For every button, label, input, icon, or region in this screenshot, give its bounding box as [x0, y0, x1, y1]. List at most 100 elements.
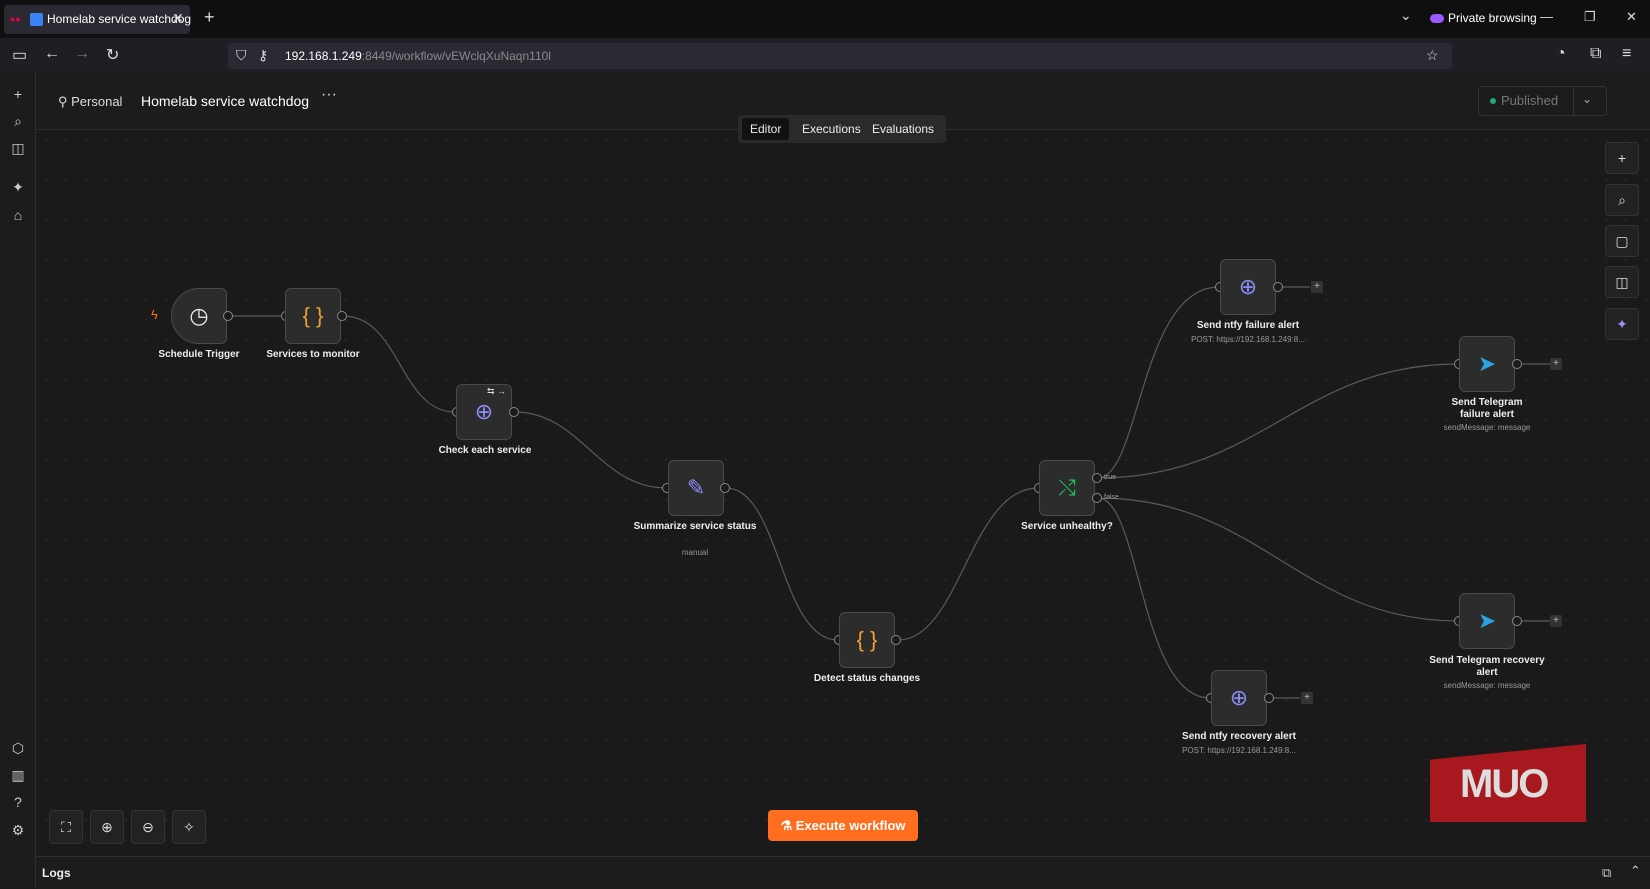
node-detect-status-changes[interactable]: { }	[839, 612, 895, 668]
chevron-down-icon[interactable]: ⌄	[1582, 92, 1592, 106]
help-icon[interactable]: ?	[9, 793, 27, 811]
node-label: Send Telegram recovery alert	[1429, 655, 1545, 678]
sidebar-toggle-icon[interactable]: ▭	[12, 45, 27, 65]
project-label: Personal	[71, 94, 123, 109]
output-port[interactable]	[720, 483, 730, 493]
output-port[interactable]	[509, 407, 519, 417]
private-browsing-indicator: Private browsing	[1430, 11, 1537, 25]
add-node-button[interactable]: +	[1311, 281, 1323, 293]
templates-icon[interactable]: ⬡	[9, 739, 27, 757]
window-close-icon[interactable]: ✕	[1626, 9, 1637, 25]
tab-evaluations[interactable]: Evaluations	[864, 118, 942, 140]
zoom-out-icon[interactable]: ⊖	[131, 810, 165, 844]
side-panel-icon[interactable]: ◫	[1605, 266, 1639, 298]
search-icon[interactable]: ⌕	[9, 112, 27, 130]
zoom-in-icon[interactable]: ⊕	[90, 810, 124, 844]
expand-chevron-icon[interactable]: ⌃	[1630, 863, 1641, 879]
url-bar[interactable]: ⛉ ⚷ 192.168.1.249:8449/workflow/vEWclqXu…	[228, 43, 1452, 69]
add-node-button[interactable]: +	[1550, 358, 1562, 370]
output-port-false[interactable]	[1092, 493, 1102, 503]
home-icon[interactable]: ⌂	[9, 206, 27, 224]
minimize-icon[interactable]: —	[1540, 9, 1553, 24]
browser-tab[interactable]: ●● Homelab service watchdog ✕	[4, 5, 192, 34]
output-port[interactable]	[337, 311, 347, 321]
published-status-button[interactable]: Published ⌄	[1478, 86, 1607, 116]
node-label: Send Telegram failure alert	[1451, 397, 1523, 420]
bookmark-star-icon[interactable]: ☆	[1426, 47, 1439, 64]
add-node-plus-icon[interactable]: +	[1605, 142, 1639, 174]
breadcrumb-project[interactable]: ⚲ Personal	[58, 94, 122, 110]
new-tab-button[interactable]: +	[204, 7, 215, 28]
add-node-button[interactable]: +	[1301, 692, 1313, 704]
tab-editor[interactable]: Editor	[742, 118, 790, 140]
url-text[interactable]: 192.168.1.249:8449/workflow/vEWclqXuNaqn…	[285, 49, 551, 63]
execute-workflow-button[interactable]: ⚗ Execute workflow	[768, 810, 918, 841]
node-label: Send ntfy recovery alert	[1182, 731, 1296, 742]
private-browsing-label: Private browsing	[1448, 11, 1537, 25]
output-port[interactable]	[1264, 693, 1274, 703]
tab-favicon-icon	[30, 13, 43, 26]
workflow-title[interactable]: Homelab service watchdog	[141, 93, 309, 109]
output-port[interactable]	[1512, 359, 1522, 369]
output-port[interactable]	[1273, 282, 1283, 292]
output-port[interactable]	[223, 311, 233, 321]
url-host: 192.168.1.249	[285, 49, 362, 63]
sticky-note-icon[interactable]: ▢	[1605, 225, 1639, 257]
reload-icon[interactable]: ↻	[106, 45, 119, 65]
node-send-ntfy-recovery-alert[interactable]: ⊕	[1211, 670, 1267, 726]
logs-label: Logs	[42, 866, 71, 880]
fit-view-icon[interactable]: ⛶	[49, 810, 83, 844]
divider	[1573, 87, 1574, 115]
branch-false-label: false	[1104, 494, 1119, 501]
node-schedule-trigger[interactable]: ◷	[171, 288, 227, 344]
tab-title: Homelab service watchdog	[47, 12, 192, 26]
insights-icon[interactable]: ▥	[9, 766, 27, 784]
node-subtitle: sendMessage: message	[1443, 681, 1531, 690]
search-nodes-icon[interactable]: ⌕	[1605, 184, 1639, 216]
telegram-icon: ➤	[1477, 608, 1497, 633]
app-left-sidebar: + ⌕ ◫ ✦ ⌂ ⬡ ▥ ? ⚙	[0, 72, 36, 888]
output-port[interactable]	[1512, 616, 1522, 626]
branch-true-label: true	[1104, 474, 1117, 481]
node-service-unhealthy-if[interactable]: ⤭	[1039, 460, 1095, 516]
node-subtitle: sendMessage: message	[1443, 423, 1531, 432]
browser-tab-bar: ●● Homelab service watchdog ✕ + ⌄ Privat…	[0, 0, 1650, 38]
tidy-up-icon[interactable]: ✧	[172, 810, 206, 844]
node-summarize-service-status[interactable]: ✎	[668, 460, 724, 516]
create-plus-icon[interactable]: +	[9, 85, 27, 103]
node-services-to-monitor[interactable]: { }	[285, 288, 341, 344]
back-icon[interactable]: ←	[44, 45, 60, 63]
tab-list-chevron-icon[interactable]: ⌄	[1400, 7, 1412, 24]
tab-executions[interactable]: Executions	[794, 118, 869, 140]
ai-sparkle-icon[interactable]: ✦	[9, 178, 27, 196]
watermark-text: MUO	[1460, 762, 1549, 806]
globe-icon: ⊕	[474, 399, 494, 424]
settings-gear-icon[interactable]: ⚙	[9, 821, 27, 839]
workflow-menu-button[interactable]: ···	[321, 86, 337, 104]
ai-assistant-icon[interactable]: ✦	[1605, 308, 1639, 340]
published-label: Published	[1501, 93, 1559, 108]
firefox-icon[interactable]: ◔	[1556, 45, 1566, 63]
node-send-telegram-failure-alert[interactable]: ➤	[1459, 336, 1515, 392]
add-node-button[interactable]: +	[1550, 615, 1562, 627]
trigger-bolt-icon: ϟ	[151, 307, 158, 322]
node-label: Service unhealthy?	[1021, 521, 1113, 532]
node-send-ntfy-failure-alert[interactable]: ⊕	[1220, 259, 1276, 315]
logs-panel-bar[interactable]: Logs ⧉ ⌃	[36, 856, 1650, 889]
extensions-icon[interactable]: ⧉	[1590, 45, 1601, 63]
popout-icon[interactable]: ⧉	[1602, 865, 1611, 881]
key-icon[interactable]: ⚷	[258, 47, 268, 64]
menu-icon[interactable]: ≡	[1622, 45, 1631, 63]
workflow-canvas[interactable]	[36, 130, 1650, 855]
panel-toggle-icon[interactable]: ◫	[9, 139, 27, 157]
restore-icon[interactable]: ❐	[1584, 9, 1596, 25]
shield-icon[interactable]: ⛉	[236, 47, 247, 64]
execute-label: Execute workflow	[795, 818, 906, 833]
tab-close-icon[interactable]: ✕	[172, 10, 184, 27]
edit-pencil-icon: ✎	[686, 475, 706, 500]
node-send-telegram-recovery-alert[interactable]: ➤	[1459, 593, 1515, 649]
branch-split-icon: ⤭	[1058, 475, 1076, 500]
forward-icon[interactable]: →	[74, 45, 90, 63]
output-port[interactable]	[891, 635, 901, 645]
output-port-true[interactable]	[1092, 473, 1102, 483]
